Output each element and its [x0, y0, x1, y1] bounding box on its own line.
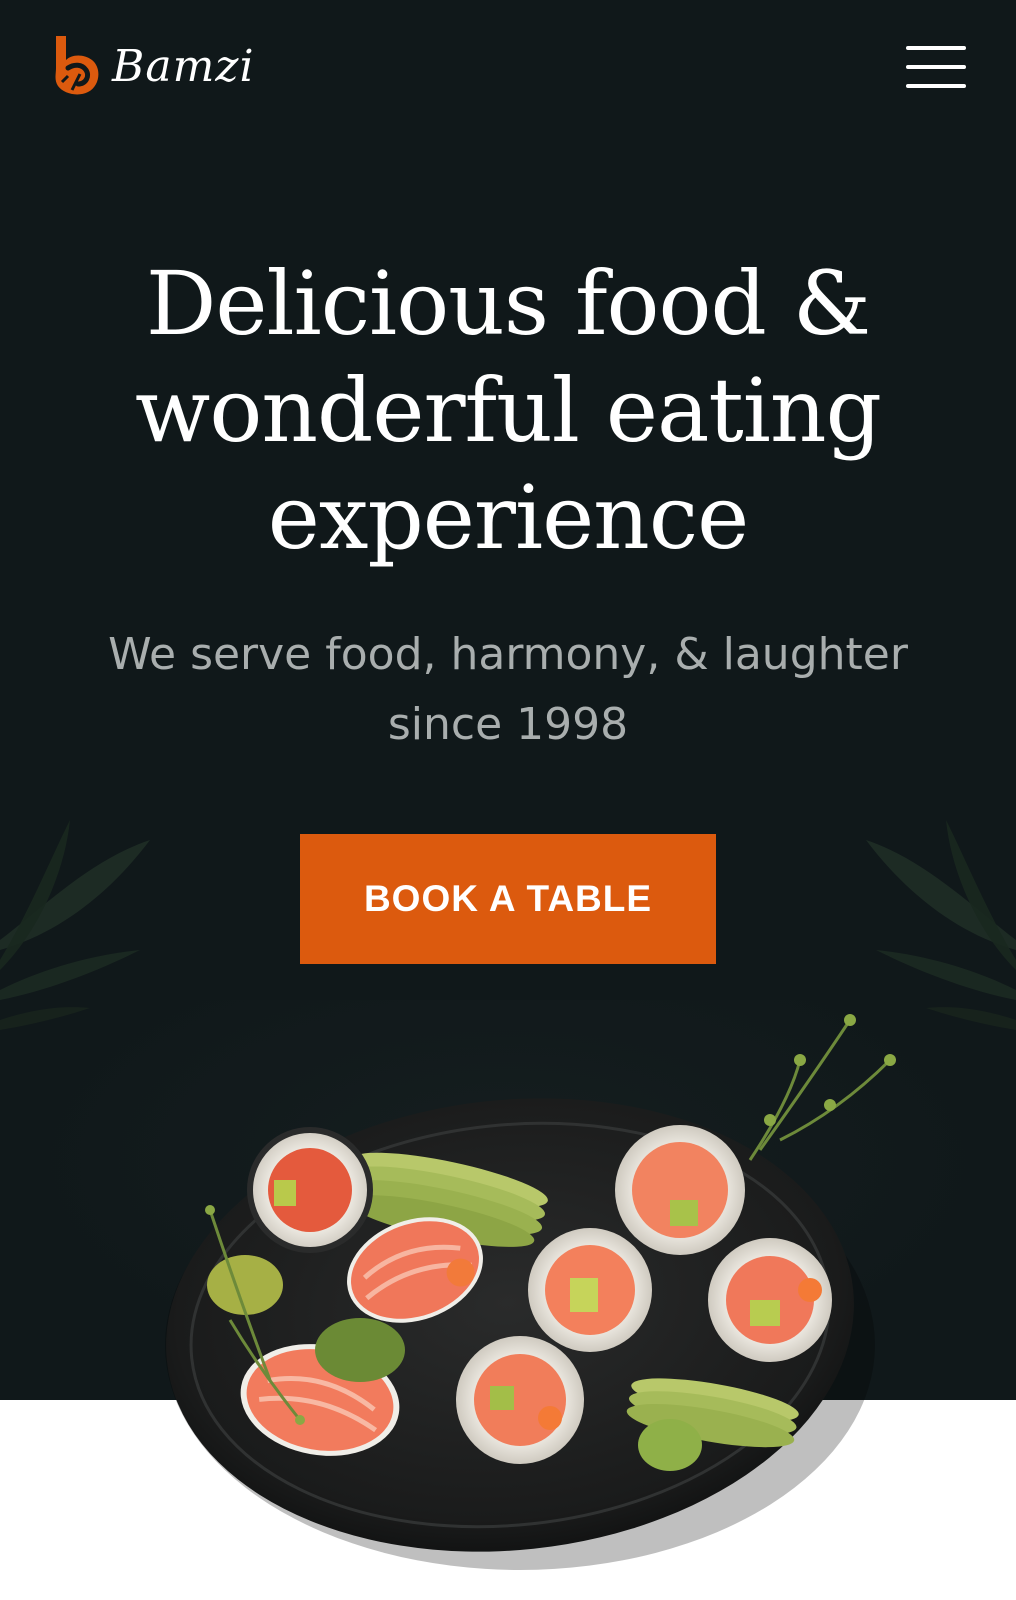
hero-headline: Delicious food & wonderful eating experi…	[60, 250, 956, 571]
menu-bar-top	[906, 46, 966, 50]
subline-line-1: We serve food, harmony, & laughter	[108, 629, 908, 680]
logo[interactable]: Bamzi	[50, 34, 255, 96]
menu-bar-bottom	[906, 84, 966, 88]
logo-text: Bamzi	[112, 41, 255, 92]
subline-line-2: since 1998	[387, 699, 629, 750]
hamburger-menu-icon[interactable]	[906, 44, 966, 90]
headline-line-1: Delicious food &	[145, 252, 871, 355]
headline-line-3: experience	[267, 466, 749, 569]
leaf-decoration-left-icon	[0, 820, 150, 1030]
sushi-platter-image	[165, 1014, 896, 1570]
hero-subline: We serve food, harmony, & laughter since…	[80, 620, 936, 760]
logo-icon	[55, 36, 99, 95]
menu-bar-middle	[906, 65, 966, 69]
book-a-table-button[interactable]: BOOK A TABLE	[300, 834, 716, 964]
headline-line-2: wonderful eating	[135, 359, 882, 462]
